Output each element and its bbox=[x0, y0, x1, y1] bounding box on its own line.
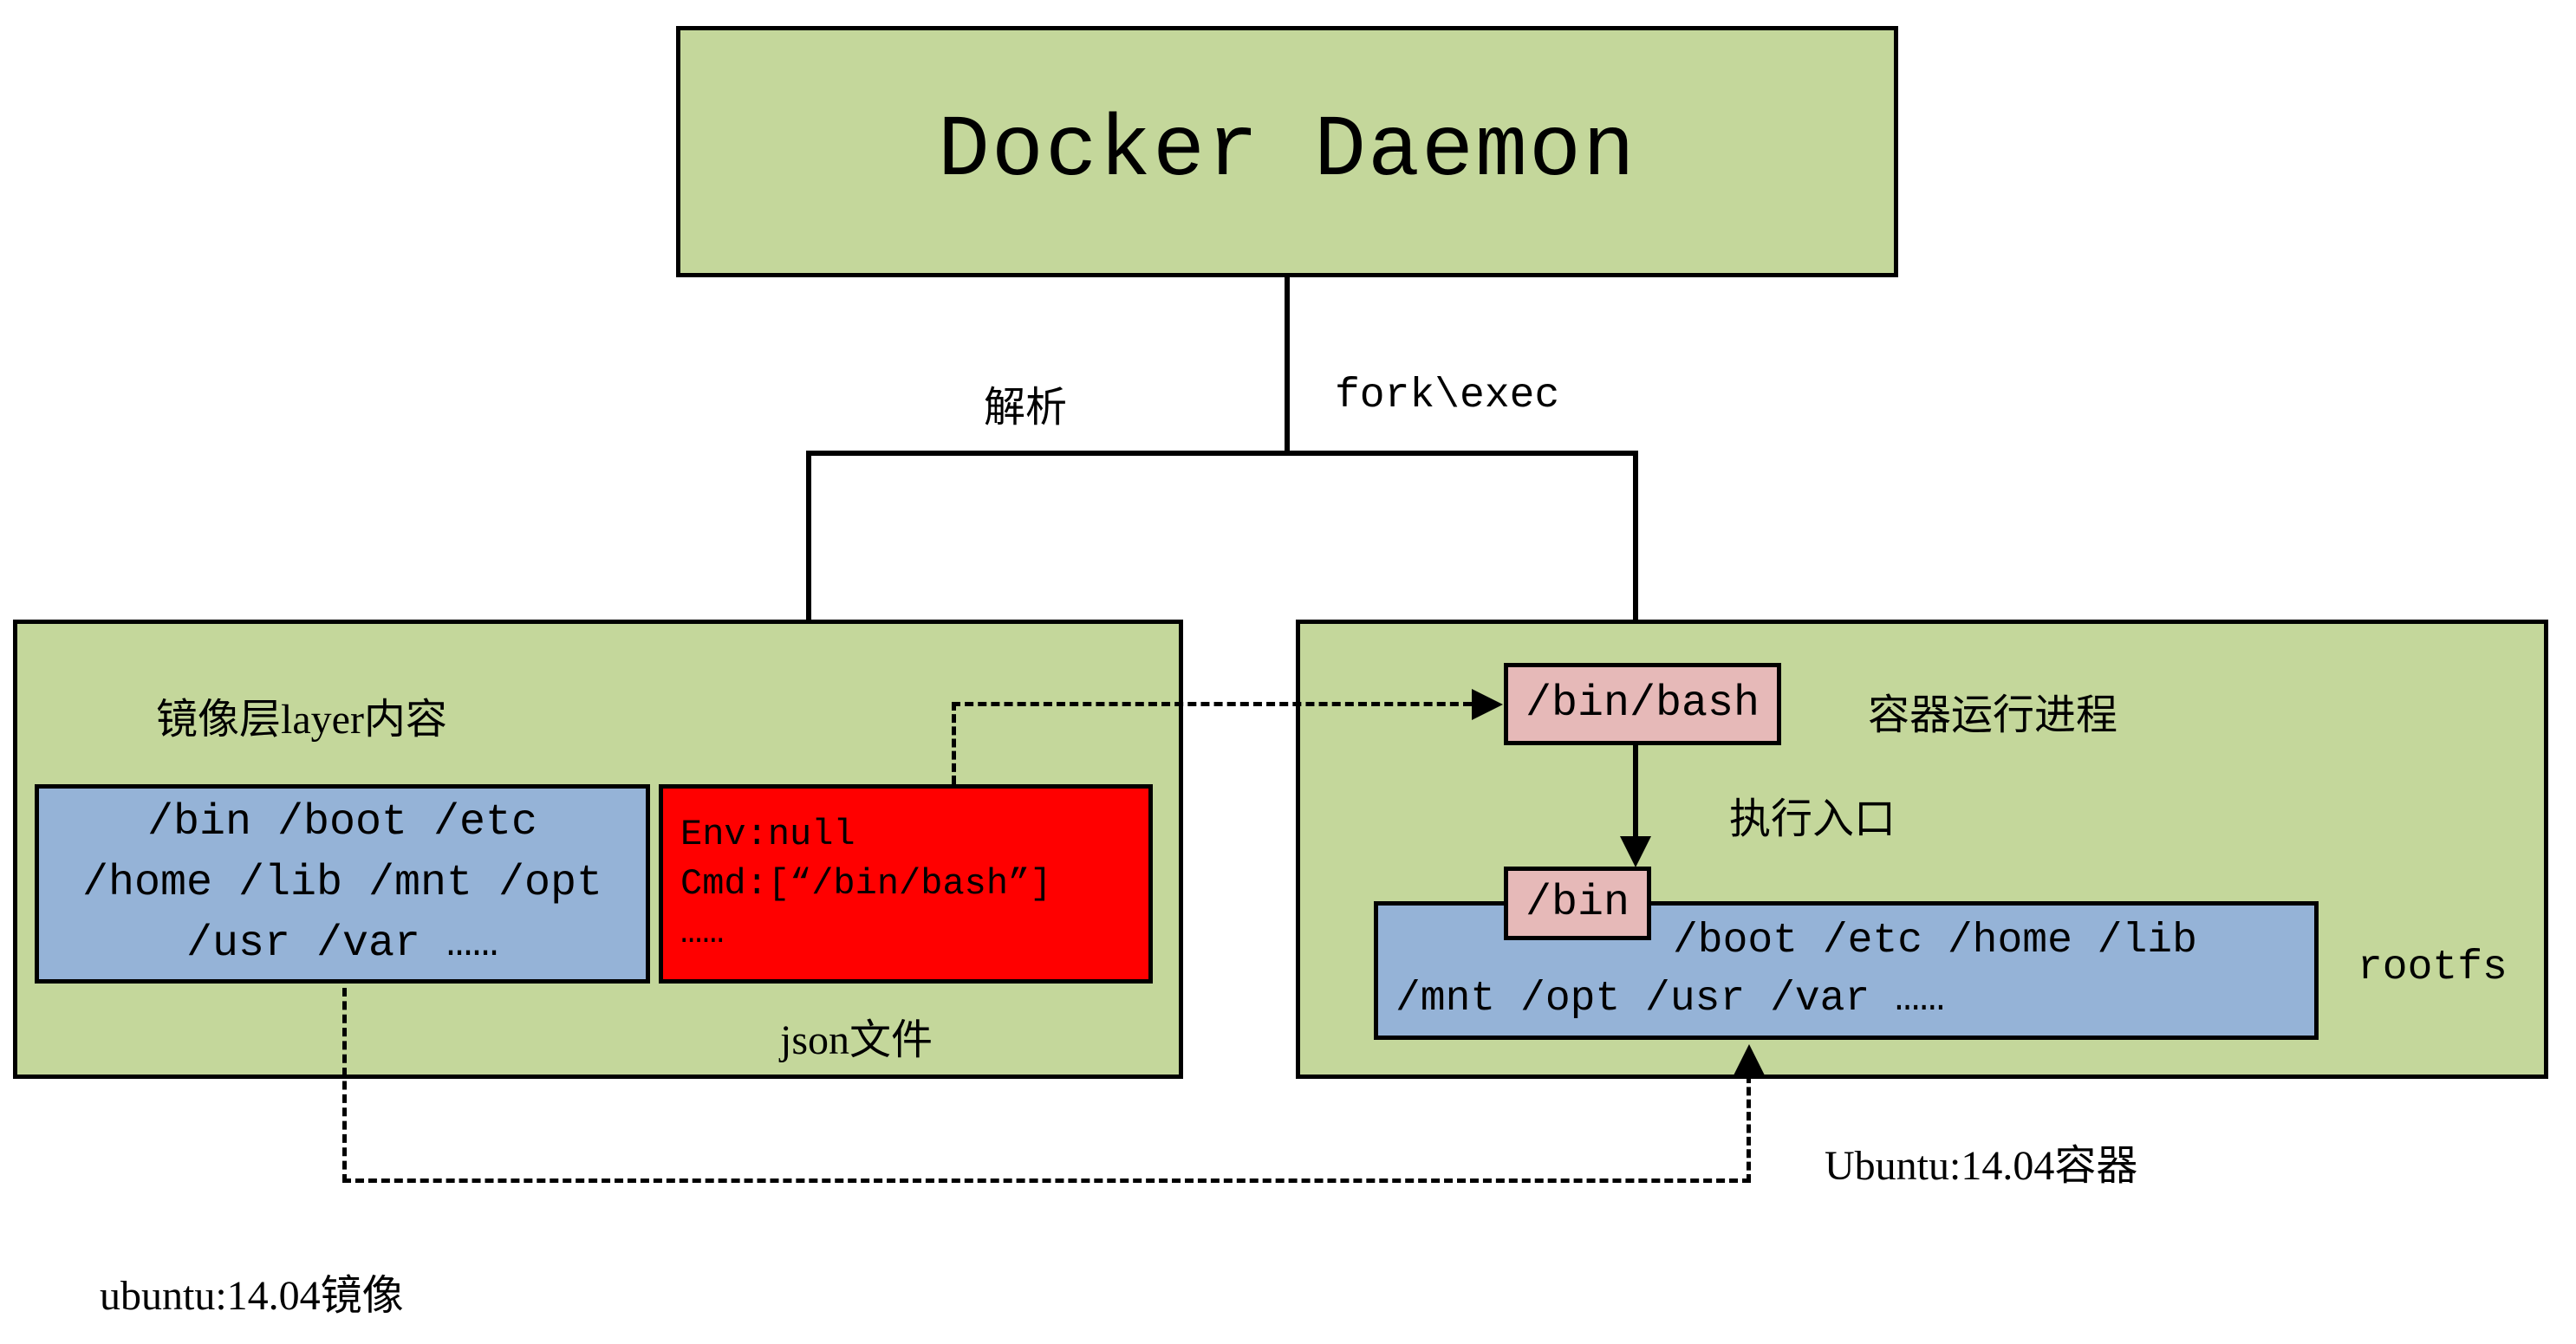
bin-text: /bin bbox=[1525, 879, 1630, 928]
edge-json-to-binbash-arrowhead bbox=[1472, 689, 1503, 720]
image-caption: ubuntu:14.04镜像 bbox=[100, 1261, 404, 1321]
layer-line3: /usr /var …… bbox=[186, 914, 498, 975]
layer-line1: /bin /boot /etc bbox=[147, 793, 537, 854]
json-line1: Env:null bbox=[680, 810, 1148, 860]
edge-fork-down bbox=[1633, 451, 1638, 633]
edge-daemon-down bbox=[1285, 277, 1290, 451]
rootfs-label: rootfs bbox=[2358, 945, 2508, 991]
docker-daemon-title: Docker Daemon bbox=[938, 103, 1636, 201]
rootfs-line1: /boot /etc /home /lib bbox=[1673, 912, 2314, 971]
edge-entry-arrowhead bbox=[1620, 836, 1651, 867]
edge-json-to-binbash-h bbox=[952, 702, 1472, 706]
json-file-box: Env:null Cmd:[“/bin/bash”] …… bbox=[659, 784, 1153, 984]
edge-entry-down bbox=[1633, 745, 1638, 836]
edge-parse-label: 解析 bbox=[984, 373, 1067, 433]
edge-layer-to-rootfs-v2 bbox=[1747, 1075, 1751, 1183]
container-caption: Ubuntu:14.04容器 bbox=[1825, 1131, 2137, 1191]
edge-json-to-binbash-v bbox=[952, 702, 956, 784]
binbash-box: /bin/bash bbox=[1504, 663, 1781, 745]
json-file-label: json文件 bbox=[780, 1005, 933, 1066]
layer-content-box: /bin /boot /etc /home /lib /mnt /opt /us… bbox=[35, 784, 650, 984]
binbash-text: /bin/bash bbox=[1525, 679, 1760, 729]
image-layer-heading: 镜像层layer内容 bbox=[156, 685, 447, 745]
bin-box: /bin bbox=[1504, 867, 1651, 940]
edge-split-horizontal bbox=[806, 451, 1638, 456]
json-line3: …… bbox=[680, 908, 1148, 958]
edge-layer-to-rootfs-arrowhead bbox=[1734, 1044, 1765, 1075]
edge-layer-to-rootfs-h bbox=[342, 1178, 1751, 1183]
layer-line2: /home /lib /mnt /opt bbox=[82, 854, 602, 914]
rootfs-line2: /mnt /opt /usr /var …… bbox=[1395, 971, 2314, 1029]
edge-entry-label: 执行入口 bbox=[1729, 784, 1896, 845]
edge-layer-to-rootfs-v1 bbox=[342, 988, 347, 1183]
json-line2: Cmd:[“/bin/bash”] bbox=[680, 860, 1148, 909]
edge-fork-label: fork\exec bbox=[1335, 373, 1559, 419]
docker-daemon-box: Docker Daemon bbox=[676, 26, 1898, 277]
container-proc-label: 容器运行进程 bbox=[1868, 680, 2117, 741]
